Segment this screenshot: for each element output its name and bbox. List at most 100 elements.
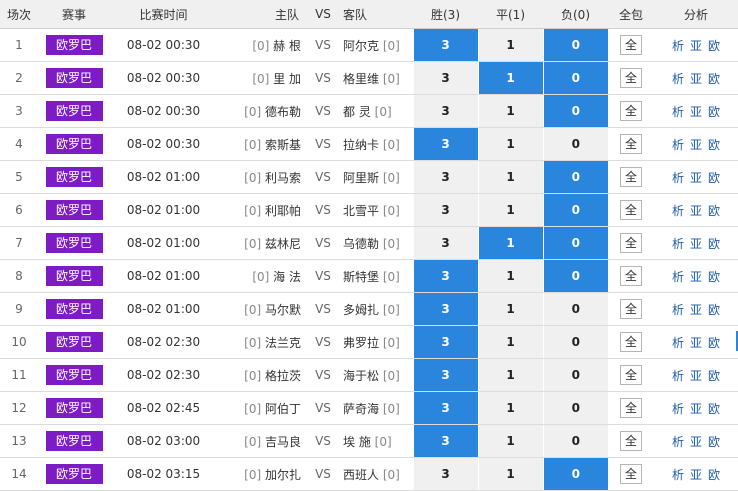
select-all-button[interactable]: 全 (620, 299, 642, 319)
away-team[interactable]: 都 灵 (343, 105, 371, 119)
european-odds-link[interactable]: 欧 (708, 237, 720, 251)
league-tag[interactable]: 欧罗巴 (45, 332, 103, 352)
asian-odds-link[interactable]: 亚 (690, 303, 702, 317)
european-odds-link[interactable]: 欧 (708, 435, 720, 449)
win-option[interactable]: 3 (412, 292, 478, 326)
league-tag[interactable]: 欧罗巴 (45, 365, 103, 385)
select-all-button[interactable]: 全 (620, 233, 642, 253)
analysis-link[interactable]: 析 (672, 303, 684, 317)
league-tag[interactable]: 欧罗巴 (45, 200, 103, 220)
lose-option[interactable]: 0 (542, 160, 608, 194)
asian-odds-link[interactable]: 亚 (690, 138, 702, 152)
lose-option[interactable]: 0 (542, 193, 608, 227)
draw-option[interactable]: 1 (477, 160, 543, 194)
select-all-button[interactable]: 全 (620, 167, 642, 187)
home-team[interactable]: 兹林尼 (265, 237, 301, 251)
home-team[interactable]: 吉马良 (265, 435, 301, 449)
away-team[interactable]: 拉纳卡 (343, 138, 379, 152)
league-tag[interactable]: 欧罗巴 (45, 398, 103, 418)
home-team[interactable]: 加尔扎 (265, 468, 301, 482)
lose-option[interactable]: 0 (542, 226, 608, 260)
analysis-link[interactable]: 析 (672, 369, 684, 383)
league-tag[interactable]: 欧罗巴 (45, 233, 103, 253)
asian-odds-link[interactable]: 亚 (690, 270, 702, 284)
draw-option[interactable]: 1 (477, 193, 543, 227)
lose-option[interactable]: 0 (542, 358, 608, 392)
asian-odds-link[interactable]: 亚 (690, 105, 702, 119)
draw-option[interactable]: 1 (477, 358, 543, 392)
draw-option[interactable]: 1 (477, 457, 543, 491)
asian-odds-link[interactable]: 亚 (690, 468, 702, 482)
home-team[interactable]: 海 法 (273, 270, 301, 284)
home-team[interactable]: 里 加 (273, 72, 301, 86)
league-tag[interactable]: 欧罗巴 (45, 431, 103, 451)
select-all-button[interactable]: 全 (620, 431, 642, 451)
select-all-button[interactable]: 全 (620, 365, 642, 385)
away-team[interactable]: 阿尔克 (343, 39, 379, 53)
home-team[interactable]: 利马索 (265, 171, 301, 185)
away-team[interactable]: 斯特堡 (343, 270, 379, 284)
select-all-button[interactable]: 全 (620, 332, 642, 352)
asian-odds-link[interactable]: 亚 (690, 237, 702, 251)
win-option[interactable]: 3 (412, 325, 478, 359)
home-team[interactable]: 马尔默 (265, 303, 301, 317)
european-odds-link[interactable]: 欧 (708, 171, 720, 185)
asian-odds-link[interactable]: 亚 (690, 435, 702, 449)
draw-option[interactable]: 1 (477, 61, 543, 95)
asian-odds-link[interactable]: 亚 (690, 171, 702, 185)
european-odds-link[interactable]: 欧 (708, 105, 720, 119)
analysis-link[interactable]: 析 (672, 468, 684, 482)
win-option[interactable]: 3 (412, 226, 478, 260)
away-team[interactable]: 海于松 (343, 369, 379, 383)
european-odds-link[interactable]: 欧 (708, 468, 720, 482)
draw-option[interactable]: 1 (477, 424, 543, 458)
league-tag[interactable]: 欧罗巴 (45, 101, 103, 121)
select-all-button[interactable]: 全 (620, 35, 642, 55)
draw-option[interactable]: 1 (477, 28, 543, 62)
asian-odds-link[interactable]: 亚 (690, 72, 702, 86)
league-tag[interactable]: 欧罗巴 (45, 299, 103, 319)
lose-option[interactable]: 0 (542, 325, 608, 359)
lose-option[interactable]: 0 (542, 259, 608, 293)
european-odds-link[interactable]: 欧 (708, 72, 720, 86)
analysis-link[interactable]: 析 (672, 402, 684, 416)
draw-option[interactable]: 1 (477, 94, 543, 128)
home-team[interactable]: 索斯基 (265, 138, 301, 152)
lose-option[interactable]: 0 (542, 457, 608, 491)
draw-option[interactable]: 1 (477, 325, 543, 359)
select-all-button[interactable]: 全 (620, 266, 642, 286)
league-tag[interactable]: 欧罗巴 (45, 68, 103, 88)
draw-option[interactable]: 1 (477, 226, 543, 260)
analysis-link[interactable]: 析 (672, 270, 684, 284)
lose-option[interactable]: 0 (542, 127, 608, 161)
analysis-link[interactable]: 析 (672, 435, 684, 449)
away-team[interactable]: 西班人 (343, 468, 379, 482)
analysis-link[interactable]: 析 (672, 336, 684, 350)
select-all-button[interactable]: 全 (620, 398, 642, 418)
european-odds-link[interactable]: 欧 (708, 402, 720, 416)
draw-option[interactable]: 1 (477, 391, 543, 425)
analysis-link[interactable]: 析 (672, 105, 684, 119)
european-odds-link[interactable]: 欧 (708, 336, 720, 350)
win-option[interactable]: 3 (412, 391, 478, 425)
select-all-button[interactable]: 全 (620, 464, 642, 484)
win-option[interactable]: 3 (412, 457, 478, 491)
win-option[interactable]: 3 (412, 259, 478, 293)
league-tag[interactable]: 欧罗巴 (45, 167, 103, 187)
analysis-link[interactable]: 析 (672, 72, 684, 86)
win-option[interactable]: 3 (412, 358, 478, 392)
select-all-button[interactable]: 全 (620, 68, 642, 88)
win-option[interactable]: 3 (412, 94, 478, 128)
european-odds-link[interactable]: 欧 (708, 204, 720, 218)
away-team[interactable]: 乌德勒 (343, 237, 379, 251)
draw-option[interactable]: 1 (477, 292, 543, 326)
select-all-button[interactable]: 全 (620, 200, 642, 220)
home-team[interactable]: 阿伯丁 (265, 402, 301, 416)
away-team[interactable]: 北雪平 (343, 204, 379, 218)
asian-odds-link[interactable]: 亚 (690, 336, 702, 350)
select-all-button[interactable]: 全 (620, 101, 642, 121)
asian-odds-link[interactable]: 亚 (690, 204, 702, 218)
analysis-link[interactable]: 析 (672, 39, 684, 53)
analysis-link[interactable]: 析 (672, 138, 684, 152)
win-option[interactable]: 3 (412, 424, 478, 458)
